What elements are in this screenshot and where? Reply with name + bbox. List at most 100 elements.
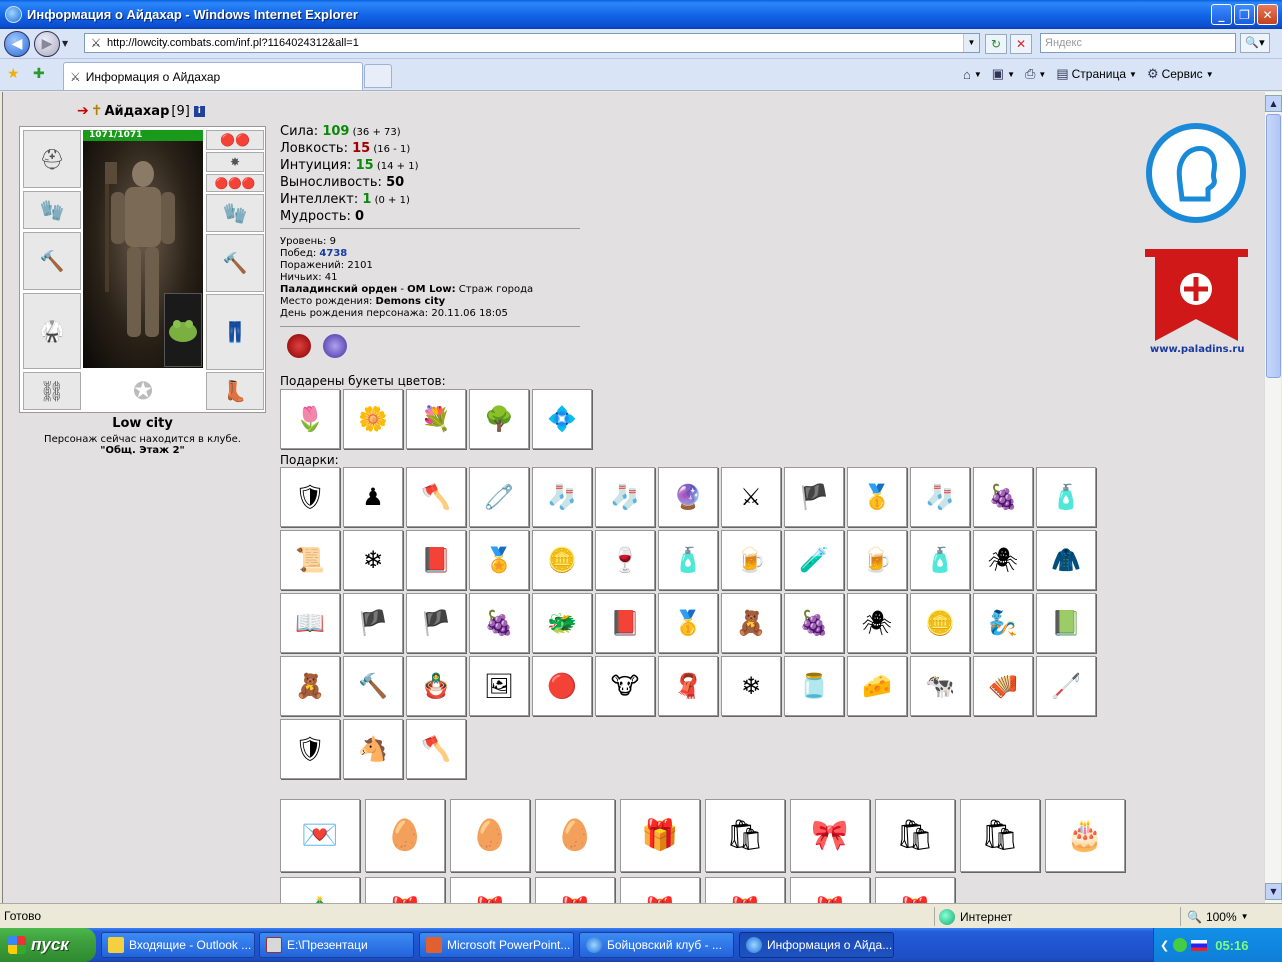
vertical-scrollbar[interactable]: ▲ ▼ — [1264, 92, 1282, 903]
gift-item[interactable]: 🪙 — [910, 593, 970, 653]
big-gift-item[interactable]: 🎁 — [875, 877, 955, 903]
gift-item[interactable]: 🪗 — [973, 656, 1033, 716]
big-gift-item[interactable]: 🎁 — [620, 799, 700, 872]
gift-item[interactable]: 🍺 — [721, 530, 781, 590]
gift-item[interactable]: 🏴 — [406, 593, 466, 653]
flower-item[interactable]: 🌷 — [280, 389, 340, 449]
gift-item[interactable]: 🍺 — [847, 530, 907, 590]
stop-button[interactable]: ✕ — [1010, 34, 1032, 54]
tools-menu[interactable]: ⚙ Сервис ▼ — [1144, 66, 1217, 82]
gift-item[interactable]: 🏅 — [469, 530, 529, 590]
slot-bracers[interactable]: 🧤 — [23, 191, 81, 229]
gift-item[interactable]: 🪆 — [406, 656, 466, 716]
gift-item[interactable]: 🧦 — [910, 467, 970, 527]
gift-item[interactable]: 🔮 — [658, 467, 718, 527]
gift-item[interactable]: 🧴 — [1036, 467, 1096, 527]
gift-item[interactable]: 🐴 — [343, 719, 403, 779]
slot-earrings[interactable]: 🔴🔴 — [206, 130, 264, 150]
big-gift-item[interactable]: 🥚 — [535, 799, 615, 872]
scroll-down-icon[interactable]: ▼ — [1265, 883, 1282, 900]
profile-head-logo[interactable] — [1146, 123, 1246, 223]
scroll-up-icon[interactable]: ▲ — [1265, 95, 1282, 112]
gift-item[interactable]: 🛡 — [280, 719, 340, 779]
minimize-button[interactable]: _ — [1211, 4, 1232, 25]
gift-item[interactable]: 📗 — [1036, 593, 1096, 653]
gift-item[interactable]: 📖 — [280, 593, 340, 653]
slot-gloves[interactable]: 🧤 — [206, 194, 264, 232]
info-icon[interactable]: i — [193, 105, 205, 117]
tab-current[interactable]: ⚔ Информация о Айдахар — [63, 62, 363, 90]
gift-item[interactable]: 🍇 — [973, 467, 1033, 527]
gift-item[interactable]: 🥇 — [658, 593, 718, 653]
tray-expand-icon[interactable]: ❮ — [1160, 939, 1169, 952]
home-button[interactable]: ⌂ ▼ — [960, 67, 985, 82]
gift-item[interactable]: 🏴 — [784, 467, 844, 527]
slot-rings[interactable]: 🔴🔴🔴 — [206, 174, 264, 192]
big-gift-item[interactable]: 🎁 — [705, 877, 785, 903]
slot-boots[interactable]: 👢 — [206, 372, 264, 410]
address-url[interactable]: http://lowcity.combats.com/inf.pl?116402… — [107, 37, 359, 49]
gift-item[interactable]: 🔴 — [532, 656, 592, 716]
gift-item[interactable]: 🧞 — [973, 593, 1033, 653]
slot-offhand[interactable]: 🔨 — [206, 234, 264, 292]
language-flag-icon[interactable] — [1191, 939, 1208, 951]
big-gift-item[interactable]: 🎁 — [620, 877, 700, 903]
flower-item[interactable]: 💠 — [532, 389, 592, 449]
gift-item[interactable]: 🫙 — [784, 656, 844, 716]
gift-item[interactable]: ♟ — [343, 467, 403, 527]
gift-item[interactable]: 🍇 — [784, 593, 844, 653]
gift-item[interactable]: 🛡 — [280, 467, 340, 527]
slot-helmet[interactable]: ⛑ — [23, 130, 81, 188]
gift-item[interactable]: 🪓 — [406, 719, 466, 779]
task-powerpoint[interactable]: Microsoft PowerPoint... — [419, 932, 574, 958]
search-input[interactable]: Яндекс — [1040, 33, 1236, 53]
gift-item[interactable]: 🍇 — [469, 593, 529, 653]
start-button[interactable]: пуск — [0, 928, 96, 962]
task-folder[interactable]: E:\Презентаци — [259, 932, 414, 958]
network-icon[interactable] — [1173, 938, 1188, 952]
pet-frog[interactable] — [164, 293, 202, 367]
gift-item[interactable]: 🕷 — [973, 530, 1033, 590]
forward-button[interactable]: ▶ — [34, 30, 60, 57]
gift-item[interactable]: 🕷 — [847, 593, 907, 653]
gift-item[interactable]: 🧷 — [469, 467, 529, 527]
gift-item[interactable]: 🦯 — [1036, 656, 1096, 716]
slot-weapon[interactable]: 🔨 — [23, 232, 81, 290]
feeds-button[interactable]: ▣ ▼ — [989, 66, 1018, 82]
big-gift-item[interactable]: 🎁 — [365, 877, 445, 903]
flower-item[interactable]: 💐 — [406, 389, 466, 449]
swirl-badge-icon[interactable] — [323, 334, 347, 358]
gift-item[interactable]: ❄ — [721, 656, 781, 716]
slot-belt[interactable]: ⛓ — [23, 372, 81, 410]
big-gift-item[interactable]: 🛍 — [875, 799, 955, 872]
gift-item[interactable]: 🧀 — [847, 656, 907, 716]
gift-item[interactable]: ⚔ — [721, 467, 781, 527]
task-info[interactable]: Информация о Айда... — [739, 932, 894, 958]
slot-armor[interactable]: 🥋 — [23, 293, 81, 369]
gift-item[interactable]: 🪓 — [406, 467, 466, 527]
gift-item[interactable]: 🪙 — [532, 530, 592, 590]
address-dropdown-icon[interactable]: ▼ — [963, 34, 979, 52]
gift-item[interactable]: 🐄 — [910, 656, 970, 716]
big-gift-item[interactable]: 🎄 — [280, 877, 360, 903]
gift-item[interactable]: 🧸 — [280, 656, 340, 716]
gift-item[interactable]: 🍷 — [595, 530, 655, 590]
address-bar[interactable]: ⚔ http://lowcity.combats.com/inf.pl?1164… — [84, 33, 980, 53]
big-gift-item[interactable]: 🎁 — [450, 877, 530, 903]
paladin-banner-logo[interactable] — [1145, 249, 1248, 343]
gift-item[interactable]: 🧥 — [1036, 530, 1096, 590]
close-button[interactable]: ✕ — [1257, 4, 1278, 25]
gift-item[interactable]: 🐲 — [532, 593, 592, 653]
gift-item[interactable]: 🐮 — [595, 656, 655, 716]
gift-item[interactable]: 🧴 — [910, 530, 970, 590]
scroll-thumb[interactable] — [1266, 114, 1281, 378]
gift-item[interactable]: 🧣 — [658, 656, 718, 716]
paladins-link[interactable]: www.paladins.ru — [1150, 344, 1244, 355]
gift-item[interactable]: 🥇 — [847, 467, 907, 527]
history-dropdown-icon[interactable]: ▼ — [62, 39, 72, 48]
big-gift-item[interactable]: 🛍 — [705, 799, 785, 872]
maximize-button[interactable]: ❐ — [1234, 4, 1255, 25]
big-gift-item[interactable]: 🎂 — [1045, 799, 1125, 872]
security-zone[interactable]: Интернет — [934, 907, 1174, 926]
add-favorite-icon[interactable]: ✚ — [33, 66, 45, 82]
